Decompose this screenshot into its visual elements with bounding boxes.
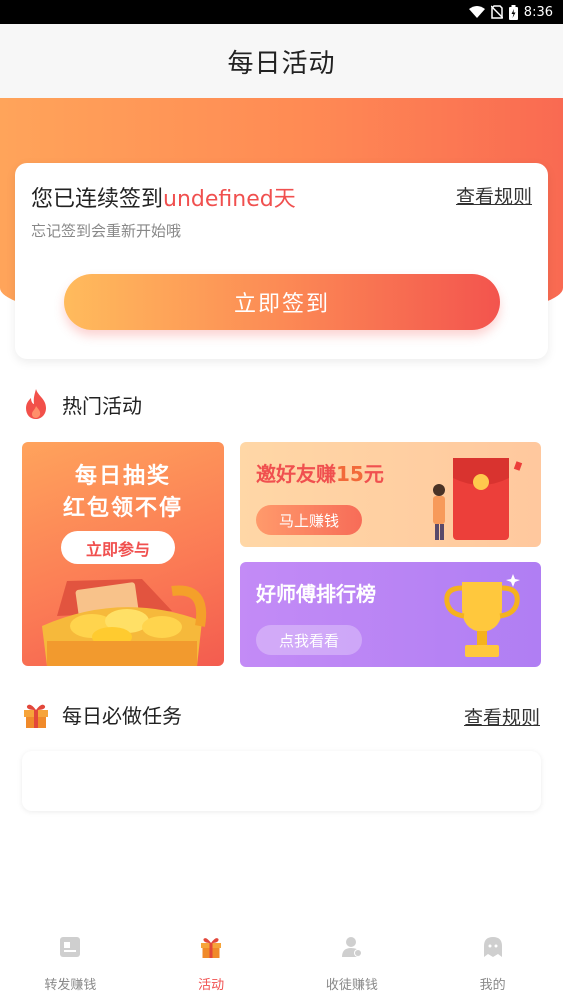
invite-amount: 15 [336, 462, 364, 486]
user-add-icon [339, 934, 365, 960]
daily-tasks-list [22, 751, 541, 811]
tab-label: 转发赚钱 [44, 978, 97, 993]
ranking-promo-card[interactable]: 好师傅排行榜 点我看看 [240, 562, 541, 667]
task-rules-link[interactable]: 查看规则 [464, 703, 540, 730]
hot-activities-header: 热门活动 [22, 388, 142, 420]
flame-icon [26, 389, 46, 419]
daily-tasks-header: 每日必做任务 [22, 700, 182, 729]
invite-earn-button[interactable]: 马上赚钱 [256, 505, 362, 535]
trophy-icon [444, 574, 520, 657]
lottery-promo-card[interactable]: 每日抽奖 红包领不停 立即参与 [22, 442, 224, 666]
ranking-view-button[interactable]: 点我看看 [256, 625, 362, 655]
tab-apprentice-earn[interactable]: 收徒赚钱 [282, 922, 423, 1000]
lottery-join-button[interactable]: 立即参与 [61, 531, 175, 564]
lottery-line1: 每日抽奖 [74, 464, 171, 489]
tab-mine[interactable]: 我的 [422, 922, 563, 1000]
sign-in-card: 您已连续签到undefined天 查看规则 忘记签到会重新开始哦 立即签到 [15, 163, 548, 359]
hot-activities-title: 热门活动 [62, 393, 142, 418]
red-envelope-icon [433, 458, 523, 540]
tab-share-earn[interactable]: 转发赚钱 [0, 922, 141, 1000]
treasure-chest-icon [42, 579, 207, 666]
tab-label: 我的 [479, 978, 506, 993]
sign-in-subtitle: 忘记签到会重新开始哦 [31, 222, 182, 240]
gift-icon [24, 704, 48, 728]
lottery-line2: 红包领不停 [62, 496, 183, 521]
tab-label: 收徒赚钱 [325, 978, 378, 993]
invite-title-suffix: 元 [363, 462, 384, 486]
sign-in-rules-link[interactable]: 查看规则 [456, 182, 532, 209]
gift-icon [198, 934, 224, 960]
sign-in-days-value: undefined [163, 187, 274, 212]
battery-icon [508, 4, 518, 20]
nav-bar: 每日活动 [0, 24, 563, 98]
sign-in-button[interactable]: 立即签到 [64, 274, 500, 330]
invite-title-prefix: 邀好友赚 [256, 462, 336, 486]
ranking-title: 好师傅排行榜 [256, 582, 376, 606]
invite-title: 邀好友赚15元 [256, 458, 384, 487]
tab-label: 活动 [198, 978, 225, 993]
bottom-tab-bar: 转发赚钱 活动 收徒赚钱 我的 [0, 922, 563, 1000]
daily-tasks-title: 每日必做任务 [62, 704, 182, 728]
sign-in-title-prefix: 您已连续签到 [31, 187, 164, 212]
sign-in-title-suffix: 天 [273, 187, 296, 212]
article-icon [57, 934, 83, 960]
status-icons: 8:36 [468, 0, 553, 24]
status-time: 8:36 [523, 4, 553, 20]
wifi-icon [468, 6, 485, 18]
invite-promo-card[interactable]: 邀好友赚15元 马上赚钱 [240, 442, 541, 547]
status-bar: 8:36 [0, 0, 563, 24]
sign-in-title: 您已连续签到undefined天 [31, 181, 296, 213]
page-title: 每日活动 [227, 48, 336, 79]
tab-activities[interactable]: 活动 [141, 922, 282, 1000]
ghost-icon [480, 934, 506, 960]
no-sim-icon [490, 5, 503, 19]
